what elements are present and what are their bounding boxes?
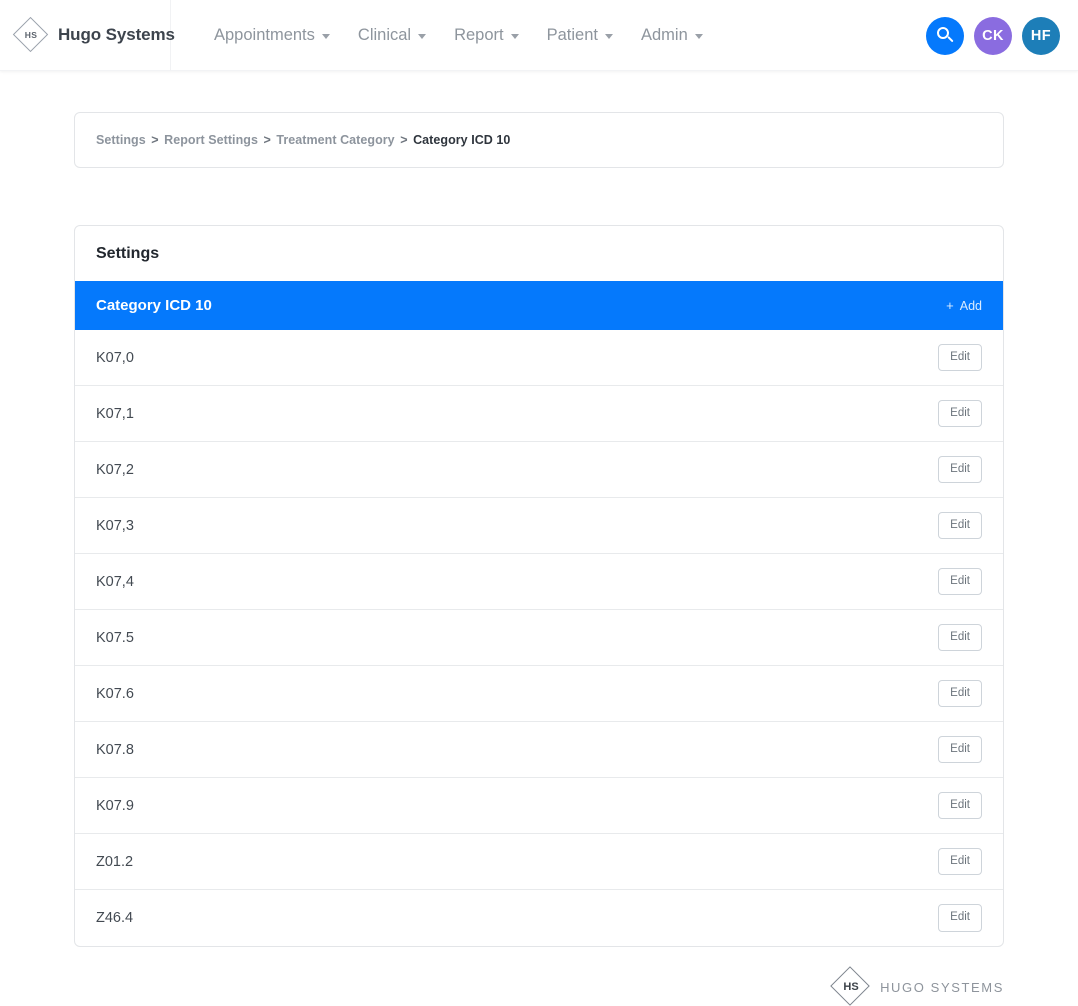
table-row[interactable]: Z01.2 Edit bbox=[75, 834, 1003, 890]
chevron-down-icon bbox=[321, 33, 330, 39]
search-icon bbox=[936, 27, 954, 44]
nav-item-report[interactable]: Report bbox=[440, 18, 533, 53]
breadcrumb: Settings > Report Settings > Treatment C… bbox=[96, 133, 982, 147]
search-icon-handle bbox=[947, 35, 954, 43]
section-title: Category ICD 10 bbox=[96, 297, 212, 314]
icd-code: K07.9 bbox=[96, 797, 134, 814]
avatar-initials: CK bbox=[982, 27, 1004, 44]
edit-button[interactable]: Edit bbox=[938, 623, 982, 652]
edit-button[interactable]: Edit bbox=[938, 343, 982, 372]
icd-code: K07,3 bbox=[96, 517, 134, 534]
nav-item-label: Appointments bbox=[214, 25, 315, 44]
nav-item-clinical[interactable]: Clinical bbox=[344, 18, 440, 53]
brand-logo[interactable]: HS Hugo Systems bbox=[0, 0, 175, 71]
icd-code: K07.8 bbox=[96, 741, 134, 758]
table-row[interactable]: Z46.4 Edit bbox=[75, 890, 1003, 946]
chevron-down-icon bbox=[510, 33, 519, 39]
footer-brand-text: HUGO SYSTEMS bbox=[880, 979, 1004, 995]
table-row[interactable]: K07,0 Edit bbox=[75, 330, 1003, 386]
chevron-down-icon bbox=[605, 33, 613, 39]
footer-brand: HS HUGO SYSTEMS bbox=[830, 966, 1004, 1006]
edit-button[interactable]: Edit bbox=[938, 791, 982, 820]
page-title: Settings bbox=[96, 245, 160, 262]
icd-code: K07,4 bbox=[96, 573, 134, 590]
breadcrumb-item-treatment-category[interactable]: Treatment Category bbox=[276, 133, 394, 147]
table-row[interactable]: K07.6 Edit bbox=[75, 666, 1003, 722]
icd-code-list: K07,0 Edit K07,1 Edit K07,2 Edit K07,3 E… bbox=[75, 330, 1003, 946]
breadcrumb-separator: > bbox=[400, 133, 408, 147]
avatar-hf[interactable]: HF bbox=[1022, 16, 1060, 55]
nav-item-label: Clinical bbox=[357, 25, 412, 44]
icd-code: K07,0 bbox=[96, 349, 134, 366]
brand-name: Hugo Systems bbox=[58, 25, 175, 44]
top-navbar: HS Hugo Systems Appointments Clinical Re… bbox=[0, 0, 1078, 71]
hugo-systems-diamond-icon: HS bbox=[830, 966, 870, 1006]
search-button[interactable] bbox=[926, 16, 964, 55]
breadcrumb-separator: > bbox=[151, 133, 159, 147]
icd-code: Z01.2 bbox=[96, 853, 134, 870]
nav-item-admin[interactable]: Admin bbox=[627, 18, 717, 53]
nav-item-appointments[interactable]: Appointments bbox=[200, 18, 344, 53]
settings-card: Settings Category ICD 10 + Add K07,0 Edi… bbox=[74, 225, 1004, 947]
footer: HS HUGO SYSTEMS bbox=[74, 966, 1004, 1006]
section-header: Category ICD 10 + Add bbox=[75, 281, 1003, 330]
icd-code: K07,2 bbox=[96, 461, 134, 478]
table-row[interactable]: K07,1 Edit bbox=[75, 386, 1003, 442]
nav-item-label: Report bbox=[454, 25, 504, 44]
icd-code: Z46.4 bbox=[96, 910, 134, 926]
icd-code: K07.5 bbox=[96, 629, 134, 646]
edit-button[interactable]: Edit bbox=[938, 904, 982, 932]
avatar-initials: HF bbox=[1030, 27, 1052, 44]
page-content: Settings > Report Settings > Treatment C… bbox=[74, 71, 1004, 947]
brand-mark-text: HS bbox=[24, 30, 38, 40]
edit-button[interactable]: Edit bbox=[938, 399, 982, 428]
edit-button[interactable]: Edit bbox=[938, 735, 982, 764]
edit-button[interactable]: Edit bbox=[938, 567, 982, 596]
breadcrumb-separator: > bbox=[263, 133, 271, 147]
edit-button[interactable]: Edit bbox=[938, 679, 982, 708]
nav-item-label: Admin bbox=[641, 25, 688, 44]
footer-mark-text: HS bbox=[843, 981, 859, 993]
navbar-actions: CK HF bbox=[926, 0, 1060, 71]
table-row[interactable]: K07.5 Edit bbox=[75, 610, 1003, 666]
edit-button[interactable]: Edit bbox=[938, 511, 982, 540]
add-button-label: Add bbox=[959, 298, 982, 313]
chevron-down-icon bbox=[694, 33, 703, 39]
table-row[interactable]: K07,2 Edit bbox=[75, 442, 1003, 498]
table-row[interactable]: K07,4 Edit bbox=[75, 554, 1003, 610]
table-row[interactable]: K07,3 Edit bbox=[75, 498, 1003, 554]
add-button[interactable]: + Add bbox=[946, 299, 982, 313]
plus-icon: + bbox=[946, 298, 954, 313]
breadcrumb-item-settings[interactable]: Settings bbox=[96, 133, 146, 147]
nav-item-label: Patient bbox=[546, 25, 598, 44]
icd-code: K07,1 bbox=[96, 405, 134, 422]
avatar-ck[interactable]: CK bbox=[974, 16, 1012, 55]
icd-code: K07.6 bbox=[96, 685, 134, 702]
nav-item-patient[interactable]: Patient bbox=[533, 18, 627, 53]
table-row[interactable]: K07.8 Edit bbox=[75, 722, 1003, 778]
main-nav: Appointments Clinical Report Patient Adm… bbox=[171, 18, 717, 53]
breadcrumb-item-current: Category ICD 10 bbox=[413, 133, 511, 147]
hugo-systems-diamond-icon: HS bbox=[12, 16, 49, 53]
edit-button[interactable]: Edit bbox=[938, 455, 982, 484]
breadcrumb-card: Settings > Report Settings > Treatment C… bbox=[74, 112, 1004, 168]
table-row[interactable]: K07.9 Edit bbox=[75, 778, 1003, 834]
breadcrumb-item-report-settings[interactable]: Report Settings bbox=[164, 133, 258, 147]
chevron-down-icon bbox=[418, 33, 427, 39]
edit-button[interactable]: Edit bbox=[938, 847, 982, 876]
